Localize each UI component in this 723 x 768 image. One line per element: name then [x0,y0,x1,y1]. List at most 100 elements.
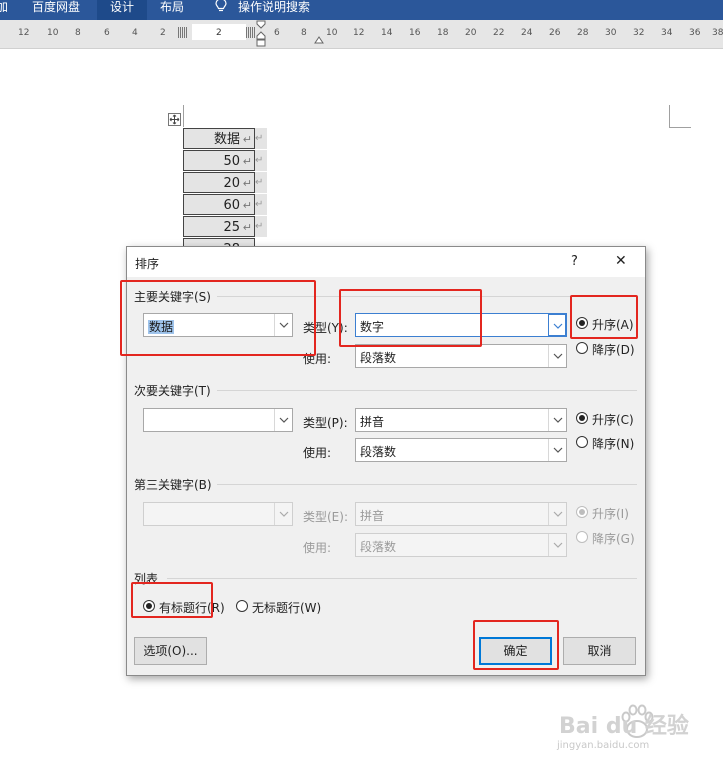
primary-key-value: 数据 [148,318,175,335]
cell-text: 数据 [213,132,240,147]
lightbulb-icon [214,0,228,14]
tab-baidu-netdisk[interactable]: 百度网盘 [32,0,80,20]
dialog-titlebar[interactable]: 排序 ? ✕ [127,247,645,277]
dialog-title: 排序 [135,257,160,271]
margin-mark [669,105,670,127]
divider [167,578,637,579]
secondary-key-label: 次要关键字(T) [134,384,211,398]
row-end-mark: ↵ [255,128,267,149]
chevron-down-icon[interactable] [548,314,566,336]
secondary-use-combo[interactable]: 段落数 [355,438,567,462]
margin-mark [669,127,691,128]
tell-me-search[interactable]: 操作说明搜索 [238,0,310,20]
cancel-button[interactable]: 取消 [563,637,636,665]
third-type-value: 拼音 [360,509,385,523]
ruler-tick: 10 [326,28,338,38]
primary-type-value: 数字 [360,320,385,334]
paragraph-mark-icon: ↵ [242,177,252,190]
close-button[interactable]: ✕ [615,253,627,269]
third-desc-radio[interactable] [576,531,588,543]
ruler-tick: 30 [605,28,617,38]
chevron-down-icon [548,534,566,556]
radio-dot [579,509,585,515]
third-use-value: 段落数 [360,540,397,554]
ruler-tick: 6 [274,28,280,38]
paragraph-mark-icon: ↵ [255,177,264,188]
indent-marker-icon[interactable] [256,20,266,48]
options-button[interactable]: 选项(O)... [134,637,207,665]
third-asc-label[interactable]: 升序(I) [592,505,629,522]
ruler-tick: 34 [661,28,673,38]
baidu-jingyan-watermark: Bai du 经验 jingyan.baidu.com [557,700,717,760]
paragraph-mark-icon: ↵ [242,155,252,168]
table-move-handle-icon[interactable] [168,113,181,126]
cell-text: 50 [223,154,240,169]
primary-key-combo[interactable]: 数据 [143,313,293,337]
table-cell[interactable]: 20 ↵ [183,172,255,193]
table-column-marker-icon[interactable] [246,27,255,38]
ruler-tick: 8 [301,28,307,38]
primary-use-combo[interactable]: 段落数 [355,344,567,368]
radio-dot [579,320,585,326]
tab-design[interactable]: 设计 [97,0,147,20]
third-type-label: 类型(E): [303,510,348,524]
chevron-down-icon[interactable] [274,409,292,431]
chevron-down-icon[interactable] [274,314,292,336]
chevron-down-icon [274,503,292,525]
paragraph-mark-icon: ↵ [242,199,252,212]
third-use-combo[interactable]: 段落数 [355,533,567,557]
third-desc-label[interactable]: 降序(G) [592,530,635,547]
secondary-desc-label[interactable]: 降序(N) [592,435,634,452]
secondary-type-combo[interactable]: 拼音 [355,408,567,432]
table-cell-header[interactable]: 数据 ↵ [183,128,255,149]
ruler-tick: 26 [549,28,561,38]
third-use-label: 使用: [303,541,332,555]
chevron-down-icon[interactable] [548,439,566,461]
table-cell[interactable]: 50 ↵ [183,150,255,171]
secondary-asc-radio[interactable] [576,412,588,424]
tab-stop-icon[interactable] [314,34,324,44]
ruler-tick: 14 [381,28,393,38]
no-header-label[interactable]: 无标题行(W) [252,599,321,616]
primary-asc-label[interactable]: 升序(A) [592,316,634,333]
third-key-combo[interactable] [143,502,293,526]
ribbon-bar: 加 百度网盘 设计 布局 操作说明搜索 [0,0,723,20]
ruler-tick: 32 [633,28,645,38]
no-header-radio[interactable] [236,600,248,612]
primary-type-combo[interactable]: 数字 [355,313,567,337]
primary-asc-radio[interactable] [576,317,588,329]
third-asc-radio[interactable] [576,506,588,518]
chevron-down-icon[interactable] [548,409,566,431]
secondary-asc-label[interactable]: 升序(C) [592,411,634,428]
row-end-mark: ↵ [255,194,267,215]
has-header-label[interactable]: 有标题行(R) [159,599,225,616]
primary-desc-label[interactable]: 降序(D) [592,341,635,358]
help-button[interactable]: ? [571,254,578,269]
has-header-radio[interactable] [143,600,155,612]
secondary-key-combo[interactable] [143,408,293,432]
cell-text: 60 [223,198,240,213]
paragraph-mark-icon: ↵ [255,133,264,144]
ok-button[interactable]: 确定 [479,637,552,665]
tab-layout[interactable]: 布局 [160,0,184,20]
horizontal-ruler[interactable]: 12 10 8 6 4 2 2 6 8 10 12 14 16 18 20 22… [0,20,723,49]
ruler-tick: 12 [18,28,30,38]
primary-type-label: 类型(Y): [303,321,348,335]
third-type-combo[interactable]: 拼音 [355,502,567,526]
ruler-tick: 18 [437,28,449,38]
primary-use-value: 段落数 [360,351,397,365]
radio-dot [579,415,585,421]
table-cell[interactable]: 25 ↵ [183,216,255,237]
ruler-tick: 12 [353,28,365,38]
secondary-desc-radio[interactable] [576,436,588,448]
primary-desc-radio[interactable] [576,342,588,354]
tab-add[interactable]: 加 [0,0,8,20]
ruler-tick: 10 [47,28,59,38]
ruler-tick: 24 [521,28,533,38]
secondary-use-label: 使用: [303,446,332,460]
watermark-brand: Bai du 经验 [559,714,689,739]
chevron-down-icon[interactable] [548,345,566,367]
ruler-tick: 38 [712,28,723,38]
table-column-marker-icon[interactable] [178,27,187,38]
table-cell[interactable]: 60 ↵ [183,194,255,215]
